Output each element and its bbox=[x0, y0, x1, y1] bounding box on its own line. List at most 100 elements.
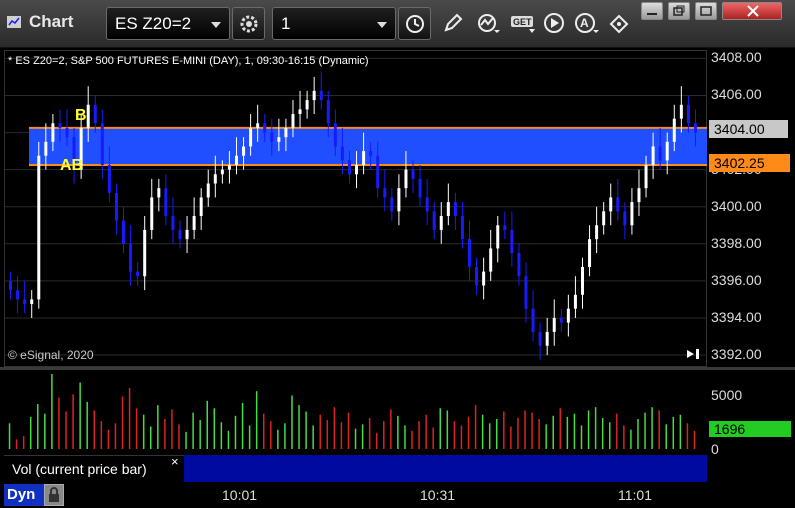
candle-body bbox=[531, 308, 535, 332]
candle-body bbox=[122, 220, 126, 244]
candle-body bbox=[249, 127, 253, 147]
title-bar: Chart ES Z20=2 1 GET A bbox=[0, 0, 795, 48]
candle-body bbox=[65, 127, 69, 138]
candle-body bbox=[242, 146, 246, 156]
maximize-icon bbox=[700, 6, 712, 16]
marker-ab: AB bbox=[60, 157, 84, 174]
candle-body bbox=[51, 123, 55, 142]
candlestick-plot bbox=[5, 57, 708, 360]
candle-body bbox=[58, 123, 62, 128]
price-axis[interactable]: 3408.003406.003404.003402.003400.003398.… bbox=[707, 49, 795, 367]
close-study-icon[interactable]: × bbox=[171, 454, 179, 469]
studies-button[interactable] bbox=[471, 7, 504, 40]
symbol-dropdown[interactable]: ES Z20=2 bbox=[106, 7, 230, 40]
candle-body bbox=[220, 169, 224, 175]
candle-body bbox=[234, 155, 238, 166]
pencil-icon bbox=[444, 13, 463, 32]
candle-body bbox=[213, 174, 217, 184]
candle-body bbox=[256, 123, 260, 128]
candle-body bbox=[164, 188, 168, 216]
candle-body bbox=[595, 225, 599, 240]
candle-body bbox=[206, 183, 210, 198]
settings-button[interactable] bbox=[232, 7, 265, 40]
study-chart-icon bbox=[478, 14, 500, 33]
lock-button[interactable] bbox=[44, 484, 64, 506]
play-icon bbox=[544, 13, 564, 33]
candle-body bbox=[460, 215, 464, 240]
candle-body bbox=[510, 229, 514, 254]
candle-body bbox=[107, 165, 111, 193]
candle-body bbox=[665, 141, 669, 161]
candle-body bbox=[326, 100, 330, 124]
candle-body bbox=[545, 331, 549, 346]
interval-dropdown[interactable]: 1 bbox=[272, 7, 396, 40]
clock-icon bbox=[406, 15, 424, 33]
draw-tool-button[interactable] bbox=[437, 7, 470, 40]
candle-body bbox=[347, 160, 351, 175]
candle-body bbox=[284, 127, 288, 138]
candle-body bbox=[270, 132, 274, 142]
close-button[interactable] bbox=[722, 2, 782, 20]
gear-icon bbox=[240, 15, 258, 33]
candle-body bbox=[496, 225, 500, 249]
candle-body bbox=[425, 197, 429, 212]
link-button[interactable] bbox=[603, 7, 636, 40]
time-tick-label: 11:01 bbox=[618, 487, 652, 503]
candle-body bbox=[150, 197, 154, 230]
symbol-description: * ES Z20=2, S&P 500 FUTURES E-MINI (DAY)… bbox=[8, 55, 369, 67]
candle-body bbox=[559, 317, 563, 323]
candle-body bbox=[100, 123, 104, 166]
candle-body bbox=[630, 202, 634, 226]
candle-body bbox=[9, 280, 13, 291]
candle-body bbox=[369, 151, 373, 156]
time-tick-label: 10:01 bbox=[222, 487, 258, 503]
play-button[interactable] bbox=[538, 7, 571, 40]
price-chart-pane[interactable] bbox=[4, 50, 708, 367]
candle-body bbox=[439, 215, 443, 230]
time-axis[interactable]: 10:01 10:31 11:01 bbox=[0, 482, 795, 508]
svg-text:A: A bbox=[580, 16, 589, 30]
close-icon bbox=[747, 5, 759, 17]
get-icon: GET bbox=[511, 16, 535, 33]
candle-body bbox=[538, 331, 542, 346]
candle-body bbox=[30, 299, 34, 305]
time-template-button[interactable] bbox=[398, 7, 431, 40]
minimize-button[interactable] bbox=[641, 2, 663, 20]
candle-body bbox=[383, 188, 387, 198]
candle-body bbox=[227, 165, 231, 170]
candle-body bbox=[114, 192, 118, 221]
candle-body bbox=[178, 229, 182, 240]
candle-body bbox=[418, 178, 422, 198]
price-tick-label: 3408.00 bbox=[711, 49, 762, 66]
candle-body bbox=[312, 90, 316, 101]
candle-body bbox=[86, 104, 90, 128]
link-icon bbox=[609, 14, 629, 34]
candle-body bbox=[93, 104, 97, 124]
candle-body bbox=[397, 188, 401, 212]
price-tick-label: 3396.00 bbox=[711, 271, 762, 288]
volume-tick-label: 5000 bbox=[711, 387, 743, 404]
alerts-button[interactable]: A bbox=[569, 7, 602, 40]
price-tick-label: 3394.00 bbox=[711, 308, 762, 325]
volume-axis[interactable]: 5000 0 bbox=[707, 370, 795, 457]
restore-button[interactable] bbox=[668, 2, 690, 20]
time-tick-label: 10:31 bbox=[420, 487, 456, 503]
candle-body bbox=[23, 299, 27, 305]
candle-body bbox=[298, 109, 302, 115]
candle-body bbox=[517, 253, 521, 277]
candle-body bbox=[333, 123, 337, 147]
last-price-label: 3404.00 bbox=[709, 120, 788, 138]
maximize-button[interactable] bbox=[695, 2, 717, 20]
price-band bbox=[29, 127, 708, 166]
candle-body bbox=[672, 118, 676, 142]
dyn-button[interactable]: Dyn bbox=[4, 484, 44, 506]
volume-study-label: Vol (current price bar) bbox=[4, 455, 184, 482]
candle-body bbox=[376, 155, 380, 189]
price-tick-label: 3392.00 bbox=[711, 346, 762, 363]
scroll-to-latest-icon[interactable] bbox=[686, 347, 702, 365]
candle-body bbox=[390, 197, 394, 212]
volume-pane[interactable] bbox=[4, 370, 707, 455]
candle-body bbox=[404, 169, 408, 189]
candle-body bbox=[185, 229, 189, 240]
get-data-button[interactable]: GET bbox=[505, 7, 538, 40]
